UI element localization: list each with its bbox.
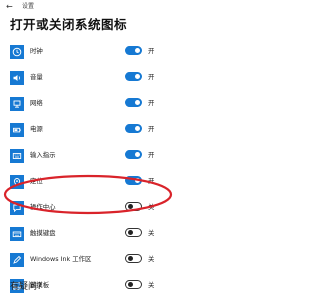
toggle-knob	[128, 230, 133, 235]
row-action-center: 操作中心 关	[0, 200, 221, 220]
toggle-switch-network[interactable]	[125, 98, 142, 107]
row-network: 网络 开	[0, 96, 221, 116]
row-clock: 时钟 开	[0, 44, 221, 64]
title-bar: ← 设置	[0, 0, 221, 14]
back-arrow-icon[interactable]: ←	[6, 2, 16, 12]
row-windows-ink: Windows Ink 工作区 关	[0, 252, 221, 272]
row-power: 电源 开	[0, 122, 221, 142]
toggle-knob	[135, 126, 140, 131]
toggle-switch-windows-ink[interactable]	[125, 254, 142, 263]
row-label: 网络	[30, 99, 43, 107]
page-title: 打开或关闭系统图标	[10, 17, 128, 32]
windows-ink-icon	[10, 253, 24, 267]
toggle-switch-location[interactable]	[125, 176, 142, 185]
toggle-state-text: 开	[148, 99, 155, 107]
row-label: 时钟	[30, 47, 43, 55]
toggle-knob	[128, 282, 133, 287]
location-icon	[10, 175, 24, 189]
row-label: 触摸键盘	[30, 229, 56, 237]
toggle-knob	[135, 152, 140, 157]
power-icon	[10, 123, 24, 137]
touch-keyboard-icon	[10, 227, 24, 241]
row-volume: 音量 开	[0, 70, 221, 90]
toggle-state-text: 开	[148, 177, 155, 185]
volume-icon	[10, 71, 24, 85]
toggle-knob	[128, 204, 133, 209]
action-center-icon	[10, 201, 24, 215]
row-location: 定位 开	[0, 174, 221, 194]
toggle-state-text: 关	[148, 203, 155, 211]
toggle-knob	[135, 48, 140, 53]
toggle-state-text: 关	[148, 281, 155, 289]
help-heading: 有疑问?	[10, 282, 42, 292]
toggle-knob	[135, 74, 140, 79]
toggle-switch-clock[interactable]	[125, 46, 142, 55]
toggle-knob	[135, 178, 140, 183]
row-label: 输入指示	[30, 151, 56, 159]
window-title: 设置	[22, 3, 35, 10]
row-input-indicator: 输入指示 开	[0, 148, 221, 168]
toggle-switch-volume[interactable]	[125, 72, 142, 81]
row-touch-keyboard: 触摸键盘 关	[0, 226, 221, 246]
toggle-state-text: 开	[148, 125, 155, 133]
row-label: 定位	[30, 177, 43, 185]
toggle-knob	[135, 100, 140, 105]
row-label: Windows Ink 工作区	[30, 255, 92, 263]
toggle-state-text: 开	[148, 47, 155, 55]
input-indicator-icon	[10, 149, 24, 163]
toggle-knob	[128, 256, 133, 261]
toggle-switch-power[interactable]	[125, 124, 142, 133]
toggle-state-text: 关	[148, 229, 155, 237]
toggle-switch-action-center[interactable]	[125, 202, 142, 211]
toggle-switch-touch-keyboard[interactable]	[125, 228, 142, 237]
toggle-state-text: 关	[148, 255, 155, 263]
toggle-state-text: 开	[148, 73, 155, 81]
row-label: 音量	[30, 73, 43, 81]
toggle-switch-input-indicator[interactable]	[125, 150, 142, 159]
row-label: 操作中心	[30, 203, 56, 211]
row-label: 电源	[30, 125, 43, 133]
network-icon	[10, 97, 24, 111]
toggle-switch-touchpad[interactable]	[125, 280, 142, 289]
toggle-state-text: 开	[148, 151, 155, 159]
clock-icon	[10, 45, 24, 59]
